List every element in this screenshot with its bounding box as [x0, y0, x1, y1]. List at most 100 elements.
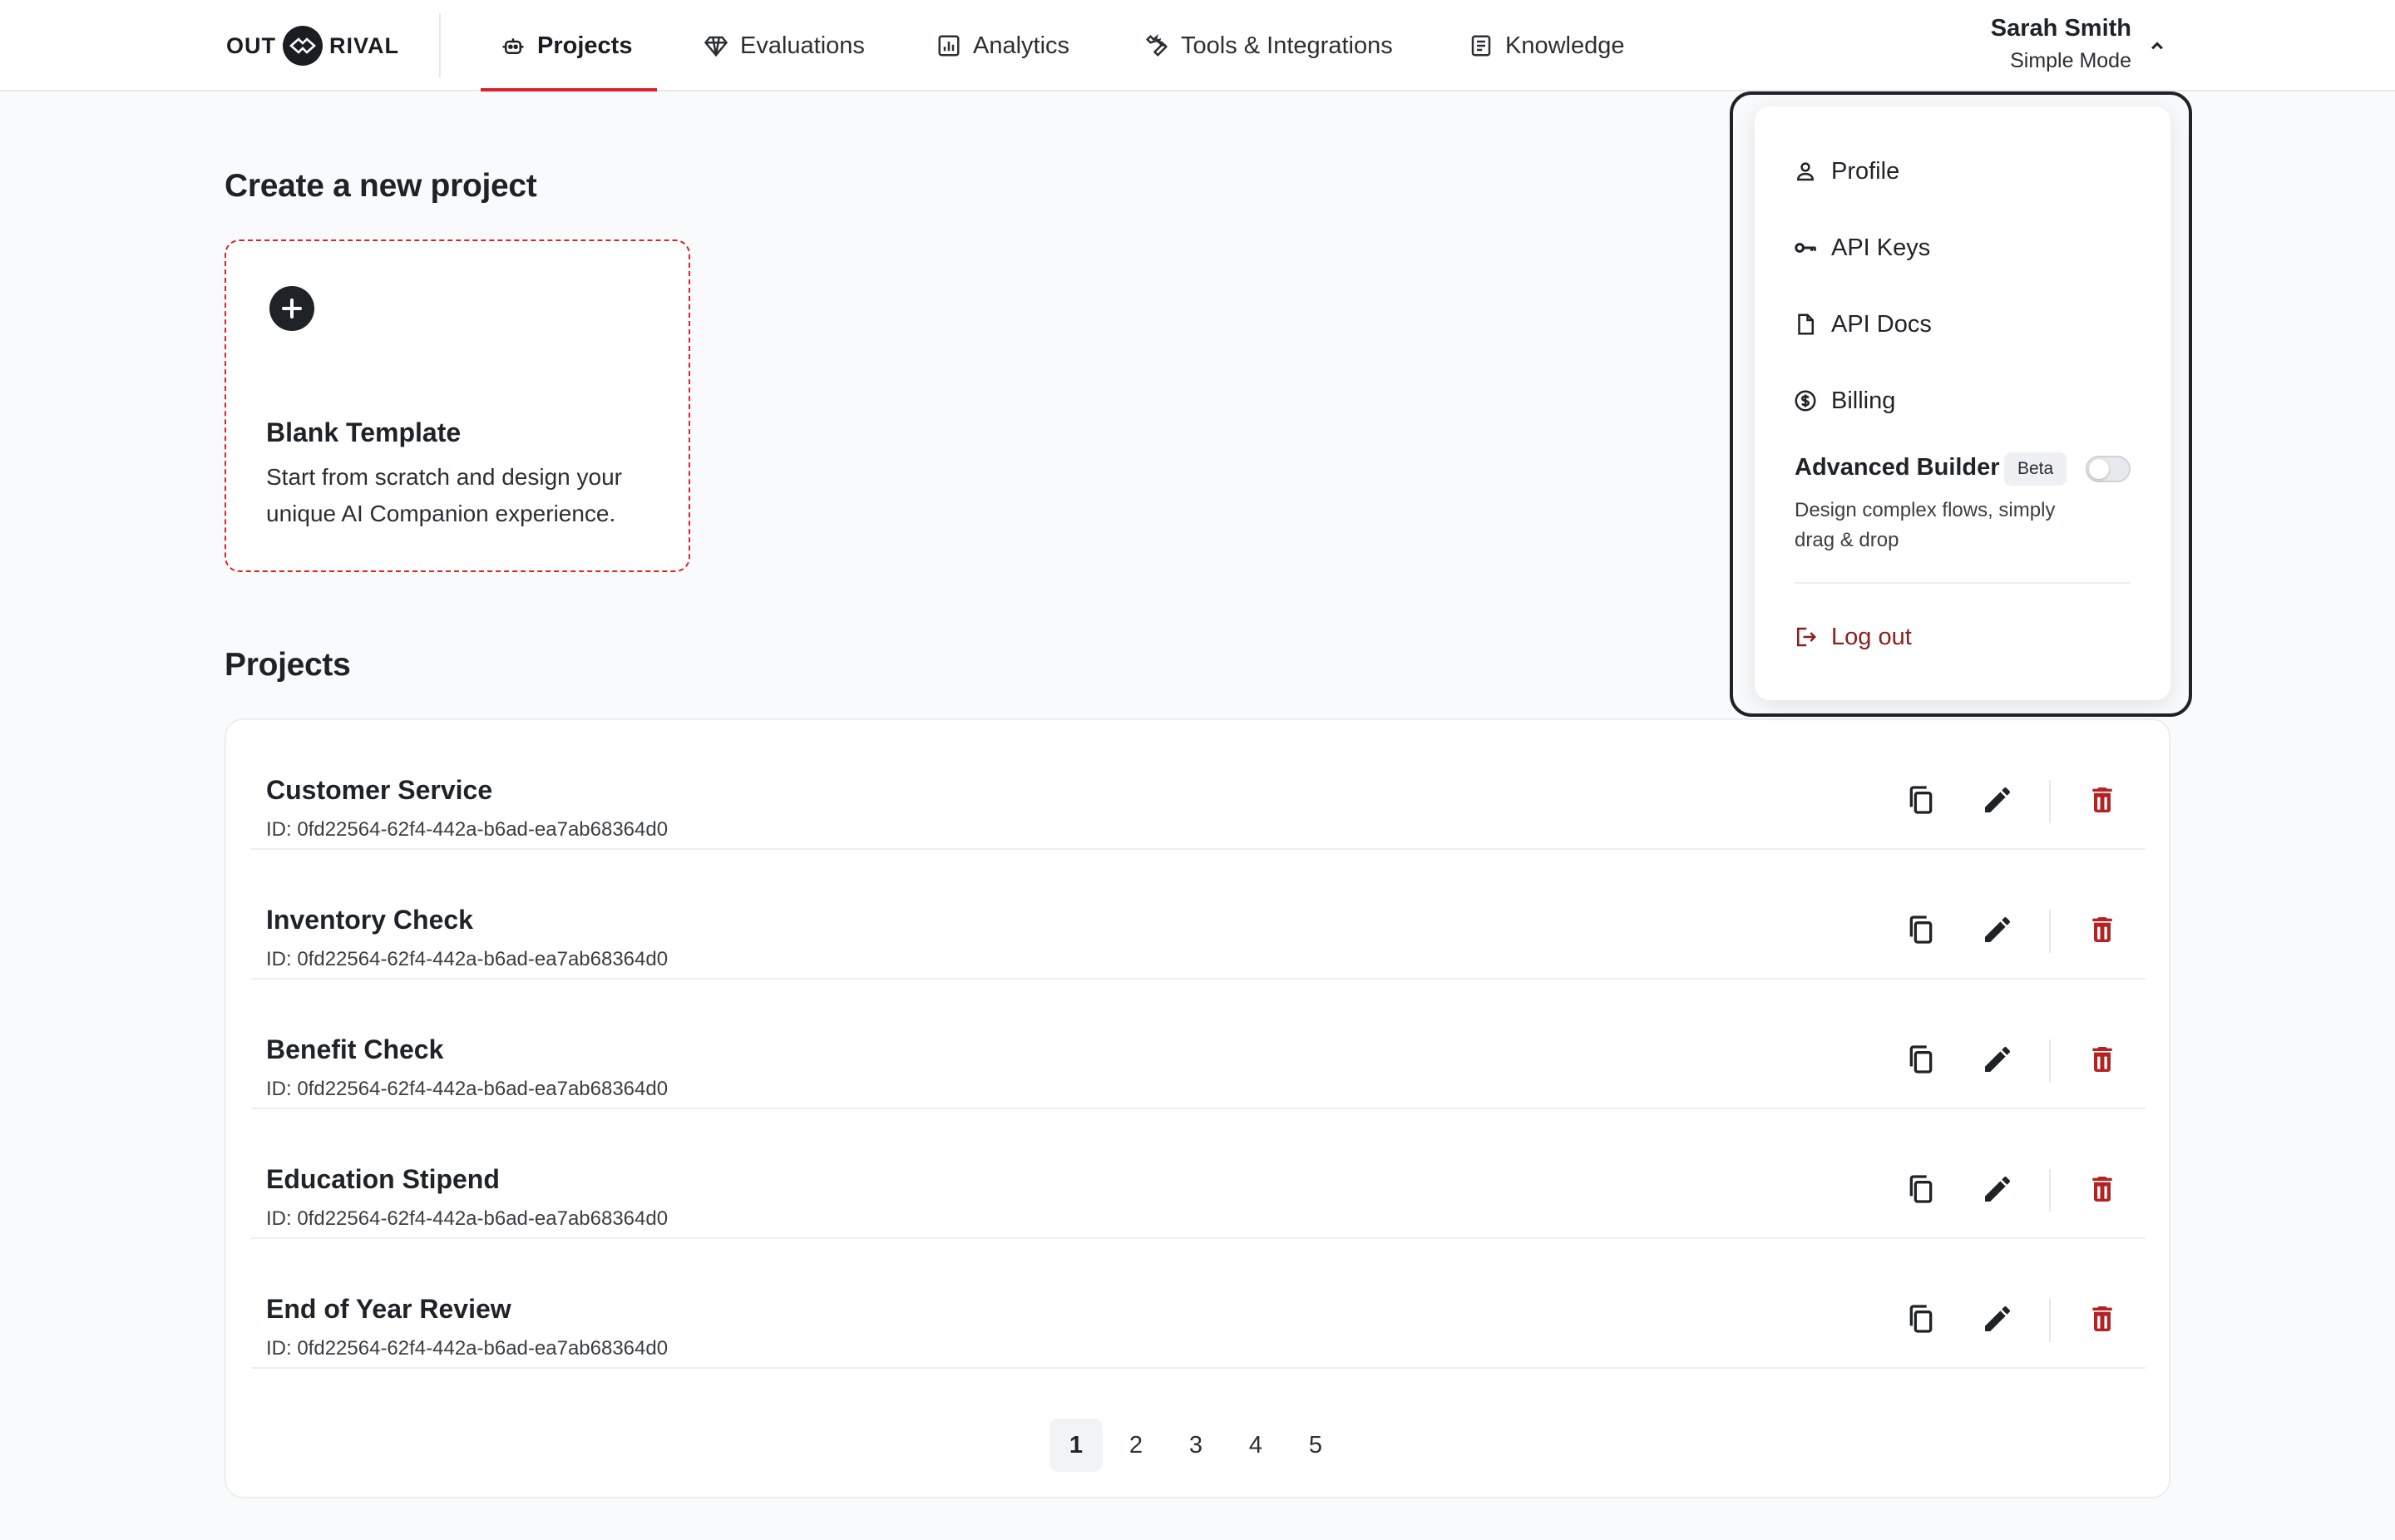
- project-id: ID: 0fd22564-62f4-442a-b6ad-ea7ab68364d0: [266, 1078, 669, 1100]
- menu-item-label: API Keys: [1831, 234, 1931, 261]
- nav-label: Evaluations: [740, 32, 865, 59]
- header-divider: [439, 13, 441, 78]
- project-actions: [1879, 775, 2146, 825]
- trash-icon: [2086, 783, 2119, 821]
- menu-item-label: Profile: [1831, 157, 1900, 185]
- advanced-builder-title: Advanced Builder: [1795, 454, 2000, 481]
- beta-badge: Beta: [2004, 452, 2067, 486]
- edit-project-button[interactable]: [1981, 1304, 2014, 1337]
- project-actions: [1879, 905, 2146, 955]
- chevron-up-icon[interactable]: [2146, 35, 2169, 58]
- project-id: ID: 0fd22564-62f4-442a-b6ad-ea7ab68364d0: [266, 1337, 669, 1360]
- duplicate-project-button[interactable]: [1904, 1304, 1938, 1337]
- duplicate-project-button[interactable]: [1904, 1174, 1938, 1207]
- robot-icon: [502, 38, 524, 54]
- duplicate-project-button[interactable]: [1904, 1044, 1938, 1078]
- diamond-icon: [704, 36, 728, 57]
- project-row[interactable]: Customer Service ID: 0fd22564-62f4-442a-b…: [251, 720, 2146, 850]
- menu-item-api-docs[interactable]: API Docs: [1793, 301, 1932, 348]
- edit-project-button[interactable]: [1981, 785, 2014, 818]
- advanced-builder-description: Design complex flows, simply drag & drop: [1795, 499, 2056, 551]
- copy-icon: [1904, 1172, 1938, 1210]
- copy-icon: [1904, 783, 1938, 821]
- duplicate-project-button[interactable]: [1904, 785, 1938, 818]
- user-mode: Simple Mode: [2010, 49, 2131, 72]
- project-row[interactable]: Education Stipend ID: 0fd22564-62f4-442a-…: [251, 1109, 2146, 1239]
- nav-tab-projects[interactable]: Projects: [501, 0, 632, 91]
- trash-icon: [2086, 1172, 2119, 1210]
- blank-template-title: Blank Template: [266, 417, 462, 447]
- delete-project-button[interactable]: [2086, 1304, 2119, 1337]
- logo-text-out: OUT: [226, 32, 276, 58]
- menu-item-api-keys[interactable]: API Keys: [1793, 225, 1930, 271]
- projects-section-heading: Projects: [225, 647, 351, 683]
- actions-divider: [2049, 1299, 2051, 1342]
- nav-tab-analytics[interactable]: Analytics: [936, 0, 1069, 91]
- user-menu-trigger[interactable]: Sarah Smith Simple Mode: [1991, 15, 2131, 73]
- advanced-builder-toggle[interactable]: [2086, 456, 2131, 482]
- delete-project-button[interactable]: [2086, 785, 2119, 818]
- blank-template-card[interactable]: Blank Template Start from scratch and de…: [225, 239, 690, 572]
- project-row[interactable]: End of Year Review ID: 0fd22564-62f4-442a…: [251, 1239, 2146, 1369]
- wrench-icon: [1145, 33, 1168, 57]
- trash-icon: [2086, 1302, 2119, 1340]
- delete-project-button[interactable]: [2086, 915, 2119, 948]
- top-nav-bar: OUT RIVAL Projects Evaluations Analytics…: [0, 0, 2395, 91]
- project-actions: [1879, 1034, 2146, 1084]
- page-button-2[interactable]: 2: [1109, 1419, 1163, 1472]
- actions-divider: [2049, 1039, 2051, 1083]
- duplicate-project-button[interactable]: [1904, 915, 1938, 948]
- page-button-4[interactable]: 4: [1229, 1419, 1282, 1472]
- menu-item-label: API Docs: [1831, 310, 1932, 338]
- pencil-icon: [1981, 1302, 2014, 1340]
- menu-item-label: Billing: [1831, 387, 1896, 414]
- project-id: ID: 0fd22564-62f4-442a-b6ad-ea7ab68364d0: [266, 1207, 669, 1230]
- logo-text-rival: RIVAL: [329, 32, 399, 58]
- project-id: ID: 0fd22564-62f4-442a-b6ad-ea7ab68364d0: [266, 818, 669, 841]
- user-name: Sarah Smith: [1990, 15, 2131, 42]
- delete-project-button[interactable]: [2086, 1044, 2119, 1078]
- delete-project-button[interactable]: [2086, 1174, 2119, 1207]
- trash-icon: [2086, 1043, 2119, 1080]
- menu-item-profile[interactable]: Profile: [1793, 148, 1899, 195]
- create-section-heading: Create a new project: [225, 168, 537, 204]
- nav-tab-knowledge[interactable]: Knowledge: [1469, 0, 1625, 91]
- copy-icon: [1904, 1302, 1938, 1340]
- edit-project-button[interactable]: [1981, 915, 2014, 948]
- project-title[interactable]: Customer Service: [266, 775, 492, 806]
- toggle-knob: [2089, 459, 2109, 479]
- nav-tab-tools-integrations[interactable]: Tools & Integrations: [1144, 0, 1393, 91]
- projects-list: Customer Service ID: 0fd22564-62f4-442a-b…: [225, 718, 2170, 1498]
- outrival-logo[interactable]: OUT RIVAL: [226, 23, 399, 68]
- project-title[interactable]: Education Stipend: [266, 1164, 500, 1195]
- edit-project-button[interactable]: [1981, 1044, 2014, 1078]
- project-actions: [1879, 1294, 2146, 1344]
- nav-tab-evaluations[interactable]: Evaluations: [704, 0, 865, 91]
- project-row[interactable]: Inventory Check ID: 0fd22564-62f4-442a-b6…: [251, 850, 2146, 980]
- pencil-icon: [1981, 913, 2014, 950]
- page-button-1[interactable]: 1: [1049, 1419, 1103, 1472]
- nav-label: Knowledge: [1505, 32, 1625, 59]
- page-button-5[interactable]: 5: [1289, 1419, 1342, 1472]
- actions-divider: [2049, 780, 2051, 823]
- dollar-circle-icon: [1795, 390, 1816, 412]
- logo-mark-icon: [283, 26, 323, 66]
- key-icon: [1795, 243, 1816, 253]
- edit-project-button[interactable]: [1981, 1174, 2014, 1207]
- menu-item-logout[interactable]: Log out: [1793, 614, 1912, 660]
- menu-item-billing[interactable]: Billing: [1793, 378, 1895, 424]
- actions-divider: [2049, 1169, 2051, 1212]
- project-id: ID: 0fd22564-62f4-442a-b6ad-ea7ab68364d0: [266, 948, 669, 970]
- project-row[interactable]: Benefit Check ID: 0fd22564-62f4-442a-b6ad…: [251, 980, 2146, 1109]
- blank-template-description: Start from scratch and design your uniqu…: [266, 464, 622, 526]
- project-title[interactable]: Inventory Check: [266, 905, 473, 935]
- project-actions: [1879, 1164, 2146, 1214]
- project-title[interactable]: Benefit Check: [266, 1034, 443, 1065]
- pencil-icon: [1981, 1172, 2014, 1210]
- project-title[interactable]: End of Year Review: [266, 1294, 511, 1325]
- bar-chart-icon: [938, 35, 960, 57]
- plus-icon: [269, 286, 314, 331]
- dropdown-divider: [1795, 582, 2131, 584]
- page-button-3[interactable]: 3: [1169, 1419, 1222, 1472]
- menu-item-label: Log out: [1831, 623, 1912, 650]
